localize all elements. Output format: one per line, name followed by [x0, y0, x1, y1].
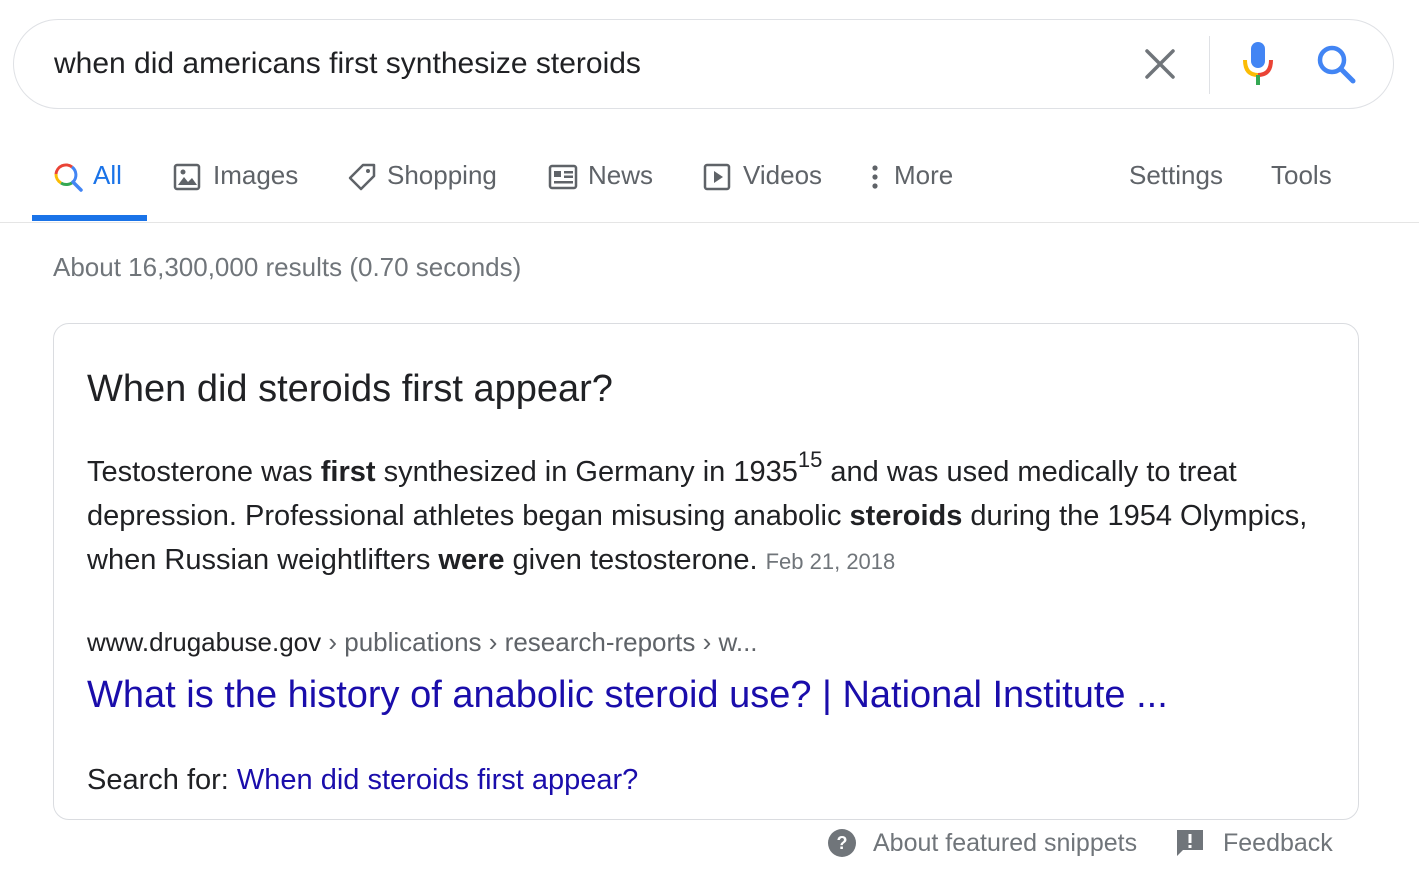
- tab-label-all: All: [93, 160, 122, 190]
- snippet-text: Testosterone was first synthesized in Ge…: [87, 447, 1327, 584]
- search-multicolor-icon: [54, 163, 83, 192]
- tab-label-videos: Videos: [743, 160, 823, 190]
- clear-search-button[interactable]: [1142, 46, 1178, 82]
- tab-shopping[interactable]: Shopping: [347, 150, 497, 222]
- svg-text:?: ?: [837, 833, 848, 853]
- tag-icon: [348, 163, 376, 191]
- newspaper-icon: [548, 164, 578, 190]
- result-url-breadcrumb: www.drugabuse.gov › publications › resea…: [87, 627, 758, 658]
- tab-videos[interactable]: Videos: [703, 150, 822, 222]
- tab-settings[interactable]: Settings: [1129, 150, 1223, 222]
- search-box-divider: [1209, 36, 1210, 94]
- tab-label-shopping: Shopping: [387, 160, 497, 190]
- search-button[interactable]: [1316, 44, 1356, 84]
- active-tab-indicator: [32, 215, 147, 221]
- snippet-text-part: synthesized in Germany in 1935: [375, 456, 798, 488]
- tab-label-more: More: [894, 160, 954, 190]
- about-featured-snippets-link[interactable]: ? About featured snippets: [827, 828, 1137, 858]
- snippet-highlight: steroids: [849, 500, 963, 532]
- search-for-row: Search for: When did steroids first appe…: [87, 764, 638, 797]
- feedback-icon: [1177, 830, 1203, 856]
- search-tabs: All Images Shopping News Videos More Set…: [0, 150, 1419, 222]
- voice-search-button[interactable]: [1240, 40, 1276, 88]
- search-box: [13, 19, 1394, 109]
- snippet-text-part: Testosterone was: [87, 456, 321, 488]
- search-for-label: Search for:: [87, 764, 237, 796]
- about-featured-snippets-label: About featured snippets: [873, 828, 1138, 857]
- tab-label-settings: Settings: [1129, 160, 1223, 190]
- snippet-text-part: given testosterone.: [504, 544, 758, 576]
- tab-images[interactable]: Images: [173, 150, 298, 222]
- snippet-highlight: were: [438, 544, 505, 576]
- tab-all[interactable]: All: [53, 150, 122, 222]
- search-for-link[interactable]: When did steroids first appear?: [237, 764, 638, 796]
- search-icon: [1317, 45, 1356, 84]
- result-stats: About 16,300,000 results (0.70 seconds): [53, 252, 522, 282]
- result-title-link[interactable]: What is the history of anabolic steroid …: [87, 674, 1168, 717]
- snippet-question: When did steroids first appear?: [87, 368, 613, 410]
- feedback-link[interactable]: Feedback: [1175, 828, 1333, 858]
- snippet-date: Feb 21, 2018: [765, 549, 896, 574]
- more-vertical-icon: [872, 165, 878, 189]
- citation-superscript: 15: [797, 447, 823, 472]
- search-input[interactable]: [54, 44, 1094, 84]
- tab-tools[interactable]: Tools: [1271, 150, 1332, 222]
- tab-news[interactable]: News: [548, 150, 653, 222]
- play-icon: [703, 163, 731, 191]
- tab-label-images: Images: [213, 160, 299, 190]
- feedback-label: Feedback: [1223, 828, 1333, 857]
- tab-label-news: News: [588, 160, 654, 190]
- cite-path: › publications › research-reports › w...: [321, 627, 758, 657]
- tabs-divider: [0, 222, 1419, 223]
- cite-domain: www.drugabuse.gov: [87, 627, 322, 657]
- tab-label-tools: Tools: [1271, 160, 1332, 190]
- image-icon: [173, 163, 201, 191]
- help-icon: ?: [828, 829, 856, 857]
- microphone-icon: [1243, 42, 1273, 85]
- snippet-highlight: first: [320, 456, 376, 488]
- tab-more[interactable]: More: [866, 150, 953, 222]
- close-icon: [1145, 49, 1175, 79]
- featured-snippet: When did steroids first appear? Testoste…: [53, 323, 1359, 820]
